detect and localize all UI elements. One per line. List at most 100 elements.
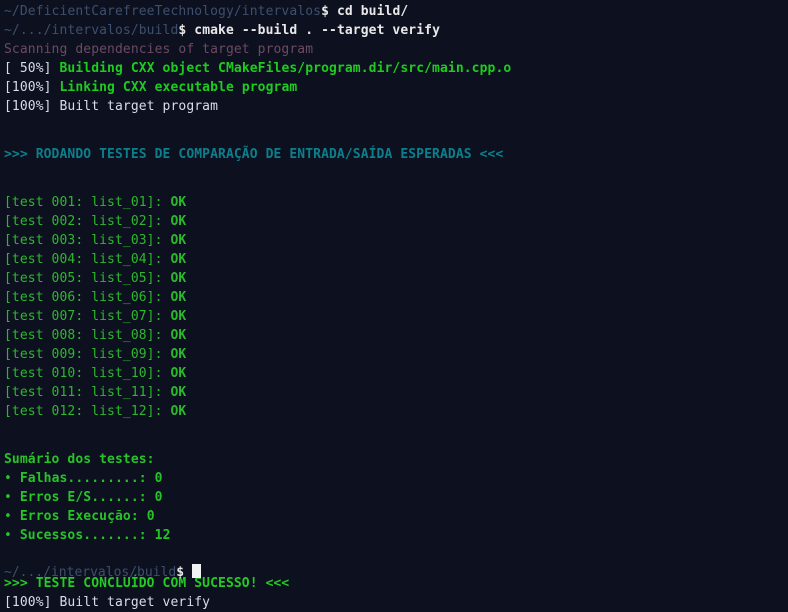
- summary-label: Sucessos.......:: [19, 528, 147, 543]
- summary-label: Erros E/S......:: [19, 490, 147, 505]
- build-step-line: [100%] Linking CXX executable program: [4, 78, 788, 97]
- row-space: [12, 528, 20, 543]
- row-space: [12, 509, 20, 524]
- test-label: [test 012: list_12]:: [4, 404, 163, 419]
- build-message: Linking CXX executable program: [59, 80, 298, 95]
- row-space: [147, 528, 155, 543]
- scanning-line: Scanning dependencies of target program: [4, 40, 788, 59]
- test-label: [test 001: list_01]:: [4, 195, 163, 210]
- summary-value: 12: [154, 528, 171, 543]
- summary-value: 0: [146, 509, 155, 524]
- test-result: OK: [170, 347, 187, 362]
- test-label: [test 009: list_09]:: [4, 347, 163, 362]
- test-row: [test 010: list_10]: OK: [4, 364, 788, 383]
- test-result: OK: [170, 366, 187, 381]
- terminal-window[interactable]: ~/DeficientCarefreeTechnology/intervalos…: [0, 0, 788, 610]
- test-label: [test 002: list_02]:: [4, 214, 163, 229]
- bullet-icon: •: [4, 471, 12, 486]
- test-row: [test 007: list_07]: OK: [4, 307, 788, 326]
- build-step-line: [100%] Built target program: [4, 97, 788, 116]
- test-row: [test 002: list_02]: OK: [4, 212, 788, 231]
- summary-heading: Sumário dos testes:: [4, 450, 788, 469]
- test-row: [test 003: list_03]: OK: [4, 231, 788, 250]
- summary-row: • Erros E/S......: 0: [4, 488, 788, 507]
- summary-row: • Erros Execução: 0: [4, 507, 788, 526]
- row-space: [12, 471, 20, 486]
- bullet-icon: •: [4, 509, 12, 524]
- progress-marker: [ 50%]: [4, 61, 52, 76]
- final-build-step: [100%] Built target verify: [4, 593, 788, 612]
- test-label: [test 006: list_06]:: [4, 290, 163, 305]
- summary-value: 0: [154, 471, 163, 486]
- test-result: OK: [170, 385, 187, 400]
- test-result: OK: [170, 233, 187, 248]
- test-row: [test 005: list_05]: OK: [4, 269, 788, 288]
- test-result: OK: [170, 195, 187, 210]
- summary-label: Erros Execução:: [19, 509, 139, 524]
- progress-marker: [100%]: [4, 80, 52, 95]
- prompt-line-2: ~/.../intervalos/build$ cmake --build . …: [4, 21, 788, 40]
- scanning-text: Scanning dependencies of target program: [4, 42, 314, 57]
- prompt-symbol: $: [321, 4, 330, 19]
- test-label: [test 003: list_03]:: [4, 233, 163, 248]
- row-space: [147, 471, 155, 486]
- summary-label: Falhas.........:: [19, 471, 147, 486]
- test-label: [test 010: list_10]:: [4, 366, 163, 381]
- summary-heading-text: Sumário dos testes:: [4, 452, 155, 467]
- test-label: [test 008: list_08]:: [4, 328, 163, 343]
- prompt-path: ~/.../intervalos/build: [4, 23, 179, 38]
- test-result: OK: [170, 214, 187, 229]
- build-message: Built target program: [59, 99, 219, 114]
- bullet-icon: •: [4, 528, 12, 543]
- test-row: [test 004: list_04]: OK: [4, 250, 788, 269]
- test-result: OK: [170, 404, 187, 419]
- test-row: [test 012: list_12]: OK: [4, 402, 788, 421]
- test-result: OK: [170, 271, 187, 286]
- test-label: [test 007: list_07]:: [4, 309, 163, 324]
- test-row: [test 006: list_06]: OK: [4, 288, 788, 307]
- command-cd: cd build/: [336, 4, 409, 19]
- build-message: Building CXX object CMakeFiles/program.d…: [59, 61, 512, 76]
- text-cursor: [191, 564, 201, 578]
- progress-marker: [100%]: [4, 99, 52, 114]
- row-space: [139, 509, 147, 524]
- test-result: OK: [170, 309, 187, 324]
- progress-marker: [100%]: [4, 595, 52, 610]
- test-row: [test 001: list_01]: OK: [4, 193, 788, 212]
- row-space: [147, 490, 155, 505]
- test-banner: >>> RODANDO TESTES DE COMPARAÇÃO DE ENTR…: [4, 145, 788, 164]
- prompt-line-1: ~/DeficientCarefreeTechnology/intervalos…: [4, 2, 788, 21]
- test-result: OK: [170, 290, 187, 305]
- test-label: [test 004: list_04]:: [4, 252, 163, 267]
- test-row: [test 009: list_09]: OK: [4, 345, 788, 364]
- row-space: [12, 490, 20, 505]
- build-message: Built target verify: [59, 595, 211, 610]
- summary-row: • Sucessos.......: 12: [4, 526, 788, 545]
- test-row: [test 011: list_11]: OK: [4, 383, 788, 402]
- test-label: [test 011: list_11]:: [4, 385, 163, 400]
- test-banner-text: >>> RODANDO TESTES DE COMPARAÇÃO DE ENTR…: [4, 147, 504, 162]
- summary-value: 0: [154, 490, 163, 505]
- test-result: OK: [170, 328, 187, 343]
- bullet-icon: •: [4, 490, 12, 505]
- summary-row: • Falhas.........: 0: [4, 469, 788, 488]
- test-result: OK: [170, 252, 187, 267]
- command-text: [329, 4, 337, 19]
- test-row: [test 008: list_08]: OK: [4, 326, 788, 345]
- prompt-path: ~/DeficientCarefreeTechnology/intervalos: [4, 4, 322, 19]
- test-label: [test 005: list_05]:: [4, 271, 163, 286]
- command-cmake: cmake --build . --target verify: [194, 23, 440, 38]
- tail-prompt-line: ~/.../intervalos/build$: [4, 563, 201, 582]
- build-step-line: [ 50%] Building CXX object CMakeFiles/pr…: [4, 59, 788, 78]
